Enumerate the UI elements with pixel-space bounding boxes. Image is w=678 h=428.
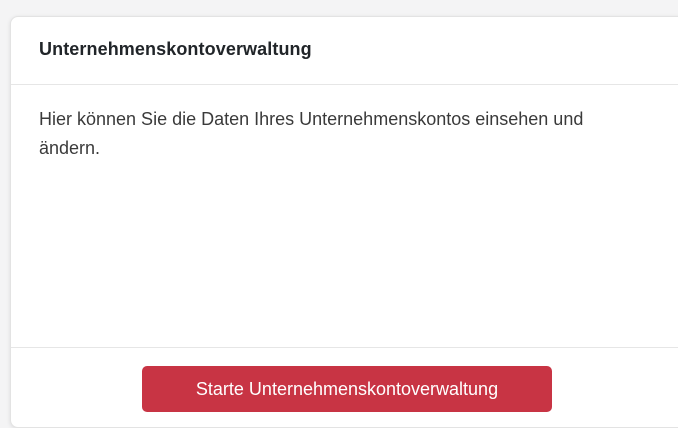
card-title: Unternehmenskontoverwaltung (39, 39, 312, 59)
account-management-card: Unternehmenskontoverwaltung Hier können … (10, 16, 678, 428)
card-description: Hier können Sie die Daten Ihres Unterneh… (39, 109, 584, 158)
start-account-management-button[interactable]: Starte Unternehmenskontoverwaltung (142, 366, 552, 412)
card-header: Unternehmenskontoverwaltung (11, 17, 678, 85)
card-footer: Starte Unternehmenskontoverwaltung (11, 347, 678, 427)
